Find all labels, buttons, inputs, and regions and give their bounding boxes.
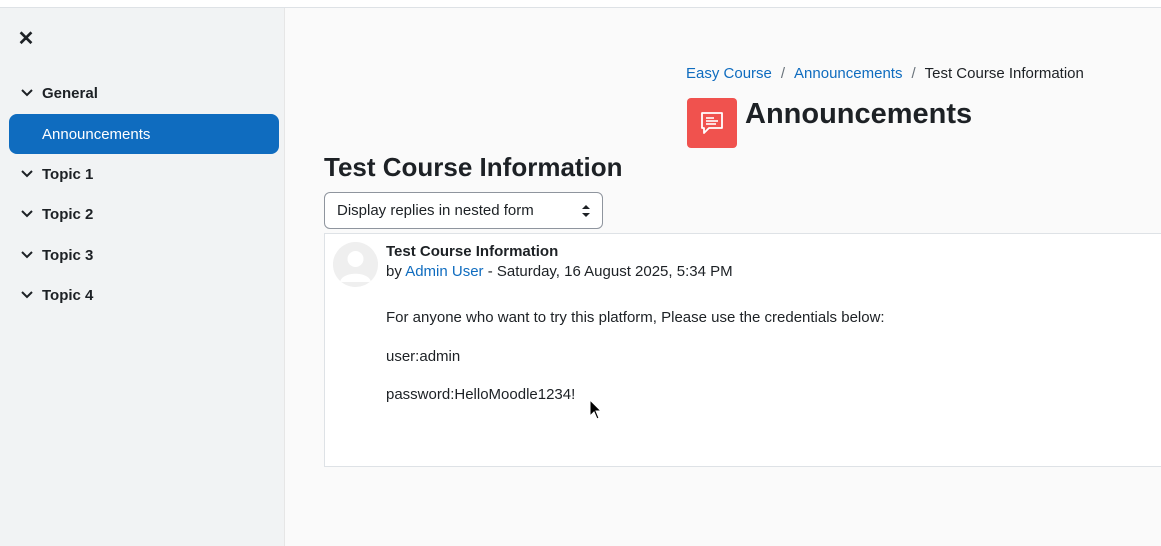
chevron-down-icon [20,167,34,181]
activity-title: Announcements [745,98,973,130]
breadcrumb-separator: / [911,65,916,82]
discussion-title: Test Course Information [324,152,623,182]
post-date: - Saturday, 16 August 2025, 5:34 PM [483,263,733,280]
post-paragraph: For anyone who want to try this platform… [386,309,885,326]
section-label: Topic 1 [42,165,94,183]
chevron-down-icon [20,86,34,100]
mouse-cursor-icon [589,399,603,420]
top-navbar [0,0,1161,8]
course-index-item-announcements[interactable]: Announcements [9,114,279,154]
close-drawer-button[interactable]: ✕ [14,26,38,50]
forum-post: Test Course Information by Admin User - … [324,233,1161,467]
section-general[interactable]: General [20,81,98,105]
chevron-down-icon [20,248,34,262]
close-icon: ✕ [17,27,35,50]
avatar[interactable] [333,242,378,287]
breadcrumb-separator: / [780,65,786,82]
post-subject: Test Course Information [386,243,559,260]
author-link[interactable]: Admin User [405,263,483,280]
chevron-down-icon [20,207,34,221]
post-paragraph: user:admin [386,348,461,365]
post-body: For anyone who want to try this platform… [386,309,885,404]
chevron-down-icon [20,288,34,302]
section-topic-1[interactable]: Topic 1 [20,162,93,186]
section-topic-2[interactable]: Topic 2 [20,202,93,226]
section-label: General [42,84,98,102]
breadcrumb-current: Test Course Information [924,65,1084,82]
section-topic-4[interactable]: Topic 4 [20,283,93,307]
by-label: by [386,263,406,280]
section-label: Topic 3 [42,246,94,264]
course-index-item-label: Announcements [42,125,151,143]
display-mode-value: Display replies in nested form [337,202,534,219]
section-label: Topic 4 [42,286,94,304]
section-topic-3[interactable]: Topic 3 [20,243,93,267]
select-arrows-icon [582,205,590,217]
breadcrumb-link-course[interactable]: Easy Course [686,65,772,82]
post-paragraph: password:HelloMoodle1234! [386,386,576,403]
section-label: Topic 2 [42,205,94,223]
post-byline: by Admin User - Saturday, 16 August 2025… [386,263,733,280]
forum-icon [687,98,737,148]
breadcrumb: Easy Course / Announcements / Test Cours… [686,65,1084,82]
main-content: Easy Course / Announcements / Test Cours… [285,8,1161,546]
breadcrumb-link-announcements[interactable]: Announcements [794,65,902,82]
display-mode-select[interactable]: Display replies in nested form [324,192,603,229]
course-index-drawer: ✕ General Announcements Topic 1 Topic 2 … [0,8,285,546]
